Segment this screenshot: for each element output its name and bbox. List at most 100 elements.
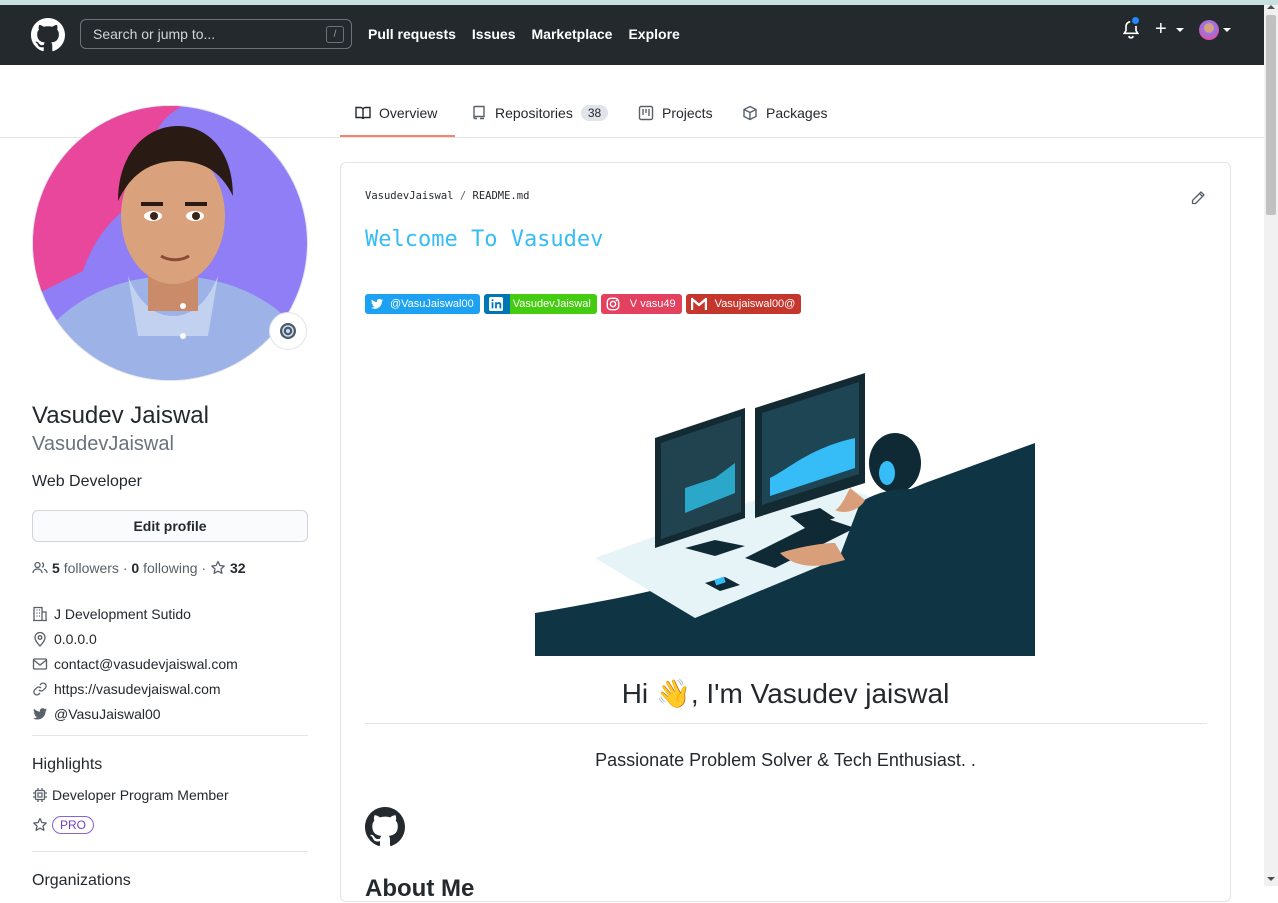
- repo-icon: [473, 105, 485, 120]
- website-link[interactable]: https://vasudevjaiswal.com: [54, 681, 221, 697]
- highlights-heading: Highlights: [32, 756, 103, 773]
- greeting-prefix: Hi: [621, 678, 656, 709]
- github-mark-icon: [365, 807, 405, 847]
- status-emoji-icon: [280, 323, 296, 339]
- user-avatar-small[interactable]: [1199, 20, 1219, 40]
- vcard-location: 0.0.0.0: [32, 626, 238, 651]
- following-link[interactable]: 0 following: [131, 560, 197, 576]
- gmail-icon: [690, 297, 707, 310]
- tab-repositories-label: Repositories: [495, 105, 573, 121]
- followers-link[interactable]: 5 followers: [52, 560, 119, 576]
- linkedin-badge-label: VasudevJaiswal: [512, 298, 591, 310]
- instagram-icon: [606, 297, 620, 311]
- scrollbar-thumb[interactable]: [1266, 15, 1276, 215]
- wave-emoji: 👋: [655, 678, 691, 709]
- vcard-company: J Development Sutido: [32, 601, 238, 626]
- sidebar-divider: [32, 735, 308, 736]
- profile-vcard: J Development Sutido 0.0.0.0 contact@vas…: [32, 601, 238, 726]
- vcard-website[interactable]: https://vasudevjaiswal.com: [32, 676, 238, 701]
- gmail-badge-label: Vasujaiswal00@: [714, 298, 796, 310]
- github-logo-icon[interactable]: [31, 18, 65, 52]
- tab-repositories[interactable]: Repositories 38: [471, 103, 609, 123]
- search-shortcut-key: /: [326, 26, 344, 43]
- notification-dot: [1130, 15, 1141, 26]
- twitter-icon: [370, 298, 384, 309]
- heading-divider: [365, 723, 1207, 724]
- profile-bio: Web Developer: [32, 473, 142, 490]
- linkedin-badge[interactable]: VasudevJaiswal: [483, 294, 597, 314]
- vcard-twitter[interactable]: @VasuJaiswal00: [32, 701, 238, 726]
- developer-illustration: [535, 373, 1035, 656]
- create-new-icon[interactable]: +: [1155, 19, 1167, 39]
- search-input[interactable]: Search or jump to... /: [80, 19, 352, 49]
- profile-username: VasudevJaiswal: [32, 433, 174, 455]
- followers-label: followers: [63, 560, 119, 576]
- stars-count: 32: [230, 560, 246, 576]
- instagram-badge-label: V vasu49: [629, 298, 676, 310]
- twitter-badge[interactable]: @VasuJaiswal00: [365, 294, 480, 314]
- readme-welcome-heading: Welcome To Vasudev: [365, 227, 604, 252]
- nav-marketplace[interactable]: Marketplace: [532, 26, 613, 42]
- developer-program-label: Developer Program Member: [52, 787, 229, 803]
- following-count: 0: [131, 560, 140, 576]
- about-me-heading: About Me: [365, 875, 475, 902]
- location-text: 0.0.0.0: [54, 630, 97, 647]
- tab-overview[interactable]: Overview: [355, 103, 437, 123]
- separator-dot: ·: [122, 560, 128, 576]
- repositories-counter: 38: [580, 105, 609, 121]
- set-status-button[interactable]: [269, 312, 307, 350]
- pencil-icon[interactable]: [1190, 190, 1206, 206]
- tab-packages[interactable]: Packages: [742, 103, 827, 123]
- page-scrollbar[interactable]: [1264, 5, 1278, 886]
- readme-breadcrumb: VasudevJaiswal / README.md: [365, 190, 529, 202]
- readme-greeting: Hi 👋, I'm Vasudev jaiswal: [341, 677, 1230, 710]
- profile-avatar[interactable]: [32, 105, 308, 381]
- instagram-badge[interactable]: V vasu49: [600, 294, 682, 314]
- cpu-icon: [33, 788, 47, 802]
- separator-dot: ·: [201, 560, 207, 576]
- project-icon: [638, 105, 654, 121]
- gmail-badge[interactable]: Vasujaiswal00@: [685, 294, 802, 314]
- stars-link[interactable]: 32: [210, 560, 246, 576]
- tab-projects[interactable]: Projects: [638, 103, 713, 123]
- edit-profile-button[interactable]: Edit profile: [32, 510, 308, 542]
- organization-icon: [33, 606, 47, 621]
- highlight-developer-program[interactable]: Developer Program Member: [32, 787, 229, 803]
- highlight-pro[interactable]: PRO: [32, 816, 95, 834]
- profile-fullname: Vasudev Jaiswal: [32, 402, 209, 429]
- chevron-down-icon[interactable]: [1223, 28, 1231, 32]
- email-link[interactable]: contact@vasudevjaiswal.com: [54, 656, 238, 672]
- tab-projects-label: Projects: [662, 105, 713, 121]
- star-icon: [33, 817, 47, 831]
- twitter-handle[interactable]: @VasuJaiswal00: [54, 706, 161, 722]
- nav-explore[interactable]: Explore: [628, 26, 679, 42]
- social-badges: @VasuJaiswal00 VasudevJaiswal V vasu49 V…: [365, 294, 802, 314]
- profile-readme-card: VasudevJaiswal / README.md Welcome To Va…: [340, 162, 1231, 902]
- twitter-badge-label: @VasuJaiswal00: [390, 298, 474, 310]
- people-icon: [32, 561, 48, 574]
- vcard-email[interactable]: contact@vasudevjaiswal.com: [32, 651, 238, 676]
- scroll-down-arrow[interactable]: [1267, 877, 1275, 881]
- nav-issues[interactable]: Issues: [472, 26, 516, 42]
- star-icon: [211, 560, 225, 574]
- mail-icon: [32, 657, 48, 670]
- global-header: Search or jump to... / Pull requests Iss…: [0, 5, 1264, 65]
- package-icon: [743, 105, 757, 121]
- book-icon: [355, 106, 371, 120]
- follow-stats: 5 followers · 0 following · 32: [32, 560, 246, 576]
- header-nav: Pull requests Issues Marketplace Explore: [368, 26, 696, 42]
- link-icon: [33, 681, 47, 696]
- tab-overview-label: Overview: [379, 105, 438, 121]
- nav-pull-requests[interactable]: Pull requests: [368, 26, 456, 42]
- selected-tab-underline: [340, 135, 455, 137]
- followers-count: 5: [52, 560, 60, 576]
- readme-owner-link[interactable]: VasudevJaiswal: [365, 190, 454, 202]
- readme-file-link[interactable]: README.md: [473, 190, 530, 202]
- scroll-up-arrow[interactable]: [1267, 5, 1275, 9]
- tab-packages-label: Packages: [766, 105, 828, 121]
- following-label: following: [143, 560, 198, 576]
- company-text: J Development Sutido: [54, 605, 191, 622]
- linkedin-icon: [488, 297, 503, 311]
- chevron-down-icon[interactable]: [1176, 28, 1184, 32]
- sidebar-divider: [32, 851, 308, 852]
